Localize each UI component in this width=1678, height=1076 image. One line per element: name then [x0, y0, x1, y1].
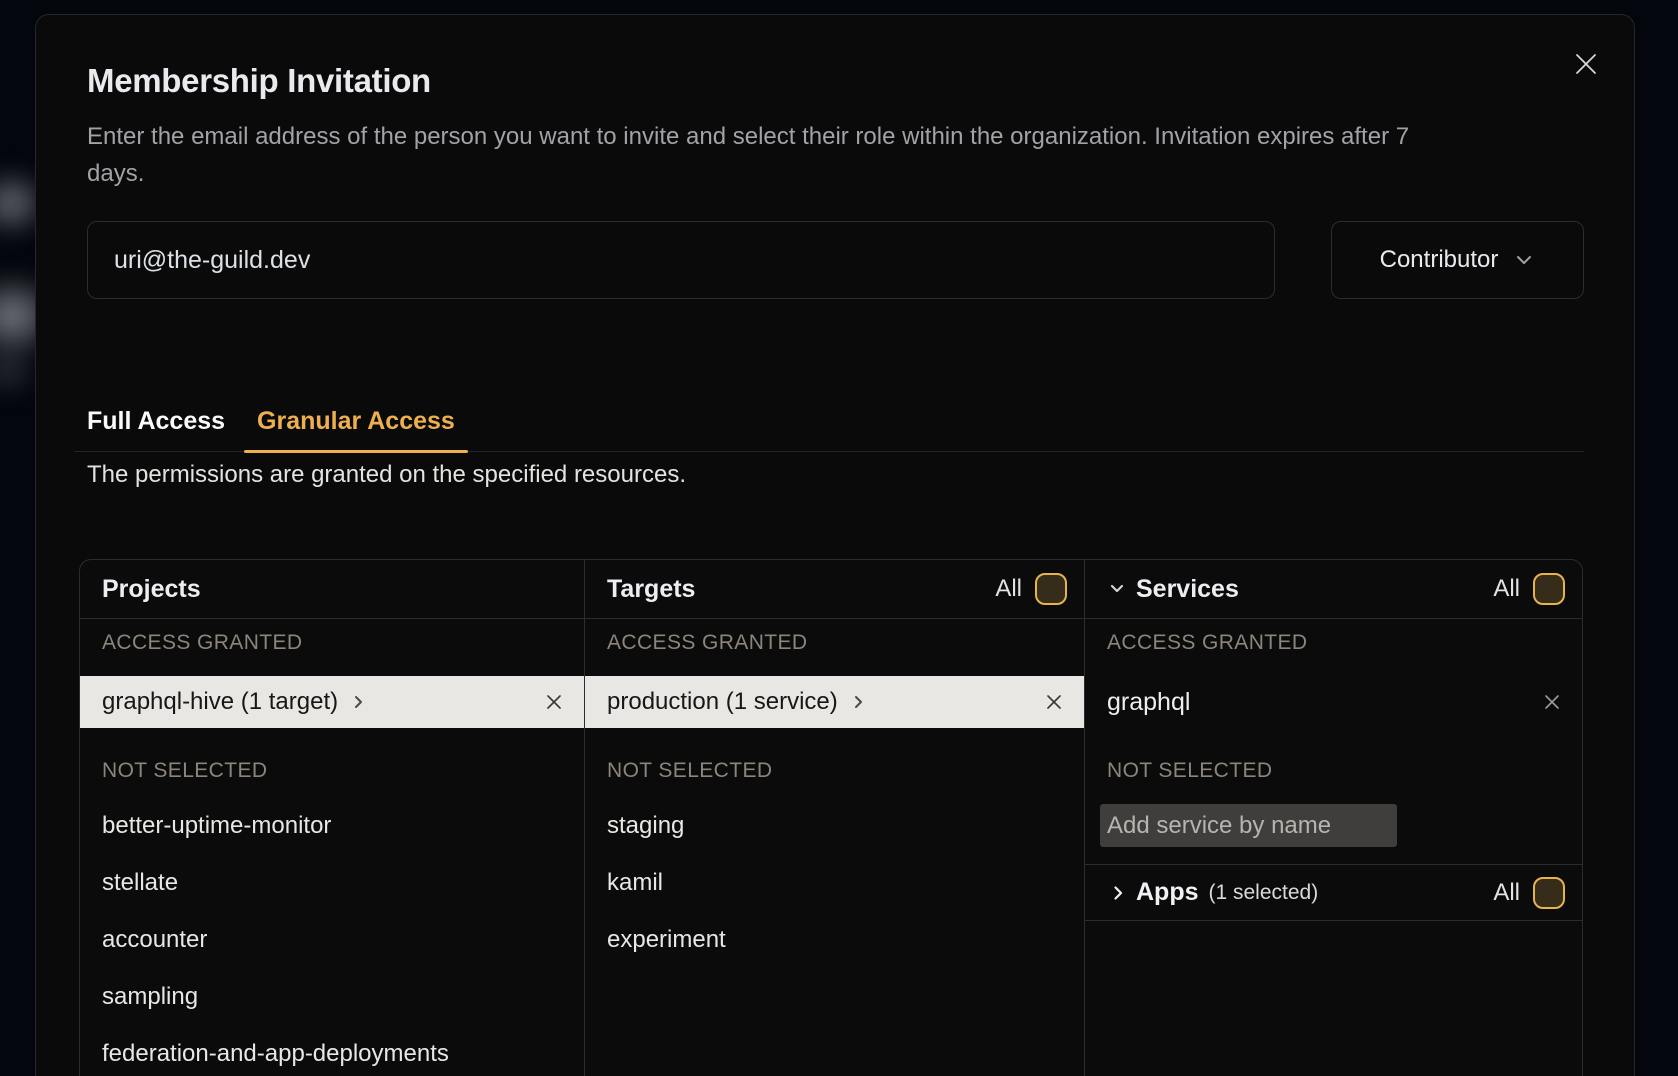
- target-item[interactable]: kamil: [585, 862, 1084, 904]
- target-item[interactable]: experiment: [585, 919, 1084, 961]
- project-item[interactable]: sampling: [80, 976, 584, 1018]
- not-selected-label: NOT SELECTED: [102, 751, 267, 791]
- tab-full-access[interactable]: Full Access: [74, 407, 238, 451]
- targets-header: Targets All: [585, 560, 1084, 619]
- description-line-1: Enter the email address of the person yo…: [87, 123, 1409, 150]
- permissions-note: The permissions are granted on the speci…: [87, 461, 686, 489]
- project-item[interactable]: federation-and-app-deployments: [80, 1033, 584, 1075]
- close-icon: [1573, 51, 1599, 77]
- membership-invitation-dialog: Membership Invitation Enter the email ad…: [35, 14, 1635, 1076]
- selected-project-row[interactable]: graphql-hive (1 target): [80, 676, 584, 728]
- tab-granular-access-label: Granular Access: [257, 407, 455, 435]
- services-header-label: Services: [1136, 575, 1239, 604]
- project-item[interactable]: accounter: [80, 919, 584, 961]
- apps-all-checkbox[interactable]: [1533, 877, 1565, 909]
- chevron-right-icon: [350, 694, 366, 710]
- selected-target-row[interactable]: production (1 service): [585, 676, 1084, 728]
- tab-granular-access[interactable]: Granular Access: [244, 407, 468, 451]
- tab-full-access-label: Full Access: [87, 407, 225, 435]
- email-input[interactable]: [87, 221, 1275, 299]
- add-service-input[interactable]: [1100, 804, 1397, 847]
- remove-service-button[interactable]: [1542, 692, 1562, 712]
- target-item[interactable]: staging: [585, 805, 1084, 847]
- granted-service-name: graphql: [1107, 688, 1190, 717]
- projects-header: Projects: [80, 560, 584, 619]
- chevron-right-icon: [1109, 884, 1127, 902]
- access-granted-label: ACCESS GRANTED: [1107, 623, 1307, 663]
- chevron-down-icon: [1513, 249, 1535, 271]
- apps-section-title: Apps: [1136, 878, 1199, 907]
- access-tabs: Full Access Granular Access: [74, 407, 1584, 452]
- access-granted-label: ACCESS GRANTED: [102, 623, 302, 663]
- services-all-checkbox[interactable]: [1533, 573, 1565, 605]
- selected-project-name: graphql-hive (1 target): [102, 688, 338, 716]
- targets-all-checkbox[interactable]: [1035, 573, 1067, 605]
- selected-target-name: production (1 service): [607, 688, 838, 716]
- services-all-label: All: [1493, 575, 1520, 603]
- chevron-right-icon: [850, 694, 866, 710]
- services-column: Services All ACCESS GRANTED graphql NOT …: [1085, 560, 1582, 1076]
- apps-section-row[interactable]: Apps (1 selected) All: [1085, 865, 1582, 920]
- targets-column: Targets All ACCESS GRANTED production (1…: [585, 560, 1085, 1076]
- dialog-title: Membership Invitation: [87, 62, 431, 100]
- remove-icon: [1044, 692, 1064, 712]
- not-selected-label: NOT SELECTED: [607, 751, 772, 791]
- chevron-down-icon: [1107, 579, 1127, 599]
- remove-icon: [1542, 692, 1562, 712]
- apps-selected-count: (1 selected): [1209, 881, 1319, 905]
- remove-icon: [544, 692, 564, 712]
- close-button[interactable]: [1568, 46, 1604, 82]
- role-select[interactable]: Contributor: [1331, 221, 1584, 299]
- divider: [1085, 920, 1582, 921]
- access-granted-label: ACCESS GRANTED: [607, 623, 807, 663]
- granted-service-row[interactable]: graphql: [1085, 676, 1582, 728]
- apps-all-label: All: [1493, 879, 1520, 907]
- background-blob: [0, 342, 40, 398]
- remove-project-button[interactable]: [544, 692, 564, 712]
- services-header[interactable]: Services All: [1085, 560, 1582, 619]
- resources-table: Projects ACCESS GRANTED graphql-hive (1 …: [79, 559, 1583, 1076]
- description-line-2: days.: [87, 160, 144, 187]
- targets-all-label: All: [995, 575, 1022, 603]
- remove-target-button[interactable]: [1044, 692, 1064, 712]
- project-item[interactable]: better-uptime-monitor: [80, 805, 584, 847]
- projects-header-label: Projects: [102, 575, 201, 604]
- role-select-value: Contributor: [1380, 246, 1499, 274]
- not-selected-label: NOT SELECTED: [1107, 751, 1272, 791]
- projects-column: Projects ACCESS GRANTED graphql-hive (1 …: [80, 560, 585, 1076]
- targets-header-label: Targets: [607, 575, 695, 604]
- project-item[interactable]: stellate: [80, 862, 584, 904]
- dialog-description: Enter the email address of the person yo…: [87, 118, 1547, 192]
